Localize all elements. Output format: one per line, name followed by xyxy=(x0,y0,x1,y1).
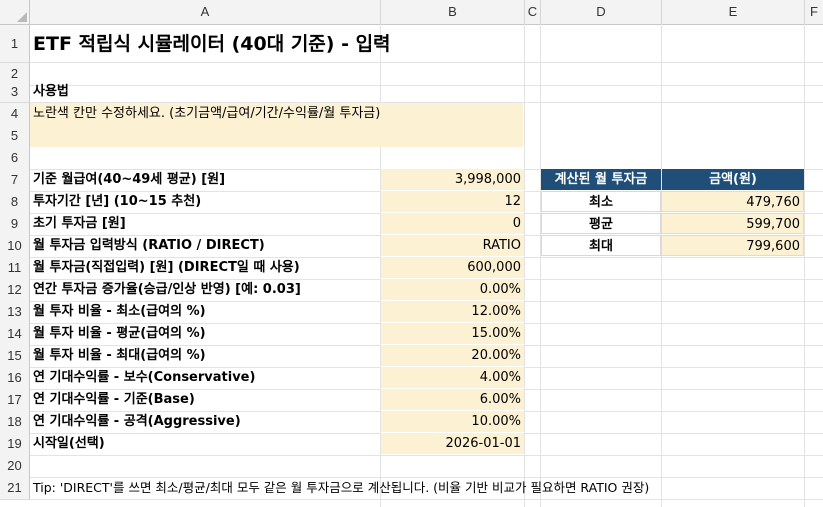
column-header-c[interactable]: C xyxy=(525,0,541,24)
input-investment-period[interactable]: 12 xyxy=(381,191,524,212)
row-header-10[interactable]: 10 xyxy=(0,235,30,258)
column-header-e[interactable]: E xyxy=(662,0,805,24)
sheet-title[interactable]: ETF 적립식 시뮬레이터 (40대 기준) - 입력 xyxy=(30,31,391,57)
select-all-corner[interactable] xyxy=(0,0,30,24)
calc-table-label-max[interactable]: 최대 xyxy=(541,235,661,256)
row-header-16[interactable]: 16 xyxy=(0,367,30,390)
input-initial-investment[interactable]: 0 xyxy=(381,213,524,234)
row-header-12[interactable]: 12 xyxy=(0,279,30,302)
row-header-6[interactable]: 6 xyxy=(0,147,30,170)
calc-table-label-min[interactable]: 최소 xyxy=(541,191,661,212)
grid-row xyxy=(30,147,823,170)
label-ratio-min[interactable]: 월 투자 비율 - 최소(급여의 %) xyxy=(30,301,206,322)
row-header-1[interactable]: 1 xyxy=(0,25,30,63)
row-header-4[interactable]: 4 xyxy=(0,103,30,126)
calc-table-value-max[interactable]: 799,600 xyxy=(661,235,804,256)
input-ratio-min[interactable]: 12.00% xyxy=(381,301,524,322)
column-header-f[interactable]: F xyxy=(805,0,823,24)
calc-table-header-value[interactable]: 금액(원) xyxy=(662,169,804,190)
row-header-9[interactable]: 9 xyxy=(0,213,30,236)
row-header-20[interactable]: 20 xyxy=(0,455,30,478)
row-header-15[interactable]: 15 xyxy=(0,345,30,368)
input-ratio-max[interactable]: 20.00% xyxy=(381,345,524,366)
usage-heading[interactable]: 사용법 xyxy=(33,81,69,102)
calc-table-value-min[interactable]: 479,760 xyxy=(661,191,804,212)
grid-row xyxy=(30,81,823,103)
label-ratio-avg[interactable]: 월 투자 비율 - 평균(급여의 %) xyxy=(30,323,206,344)
input-annual-increase[interactable]: 0.00% xyxy=(381,279,524,300)
column-header-bar: A B C D E F xyxy=(0,0,823,25)
row-header-18[interactable]: 18 xyxy=(0,411,30,434)
calc-table-value-avg[interactable]: 599,700 xyxy=(661,213,804,234)
input-input-mode[interactable]: RATIO xyxy=(381,235,524,256)
input-start-date[interactable]: 2026-01-01 xyxy=(381,433,524,454)
label-base-salary[interactable]: 기준 월급여(40~49세 평균) [원] xyxy=(30,169,225,190)
column-header-d[interactable]: D xyxy=(541,0,662,24)
column-header-a[interactable]: A xyxy=(30,0,381,24)
row-header-11[interactable]: 11 xyxy=(0,257,30,280)
label-investment-period[interactable]: 투자기간 [년] (10~15 추천) xyxy=(30,191,201,212)
calc-table-label-avg[interactable]: 평균 xyxy=(541,213,661,234)
column-header-b[interactable]: B xyxy=(381,0,525,24)
calc-table-header-label[interactable]: 계산된 월 투자금 xyxy=(541,169,661,190)
row-header-3[interactable]: 3 xyxy=(0,81,30,103)
label-return-aggressive[interactable]: 연 기대수익률 - 공격(Aggressive) xyxy=(30,411,241,432)
row-header-17[interactable]: 17 xyxy=(0,389,30,412)
label-return-conservative[interactable]: 연 기대수익률 - 보수(Conservative) xyxy=(30,367,255,388)
input-ratio-avg[interactable]: 15.00% xyxy=(381,323,524,344)
tip-text[interactable]: Tip: 'DIRECT'를 쓰면 최소/평균/최대 모두 같은 월 투자금으로… xyxy=(33,477,649,498)
input-base-salary[interactable]: 3,998,000 xyxy=(381,169,524,190)
label-input-mode[interactable]: 월 투자금 입력방식 (RATIO / DIRECT) xyxy=(30,235,265,256)
input-direct-amount[interactable]: 600,000 xyxy=(381,257,524,278)
label-annual-increase[interactable]: 연간 투자금 증가율(승급/인상 반영) [예: 0.03] xyxy=(30,279,301,300)
grid-row xyxy=(30,455,823,478)
input-return-aggressive[interactable]: 10.00% xyxy=(381,411,524,432)
label-ratio-max[interactable]: 월 투자 비율 - 최대(급여의 %) xyxy=(30,345,206,366)
row-header-8[interactable]: 8 xyxy=(0,191,30,214)
label-initial-investment[interactable]: 초기 투자금 [원] xyxy=(30,213,126,234)
input-return-base[interactable]: 6.00% xyxy=(381,389,524,410)
row-header-5[interactable]: 5 xyxy=(0,125,30,148)
row-header-21[interactable]: 21 xyxy=(0,477,30,500)
label-return-base[interactable]: 연 기대수익률 - 기준(Base) xyxy=(30,389,195,410)
row-header-19[interactable]: 19 xyxy=(0,433,30,456)
label-start-date[interactable]: 시작일(선택) xyxy=(30,433,105,454)
row-header-13[interactable]: 13 xyxy=(0,301,30,324)
usage-note-text: 노란색 칸만 수정하세요. (초기금액/급여/기간/수익률/월 투자금) xyxy=(33,106,381,121)
row-header-14[interactable]: 14 xyxy=(0,323,30,346)
input-return-conservative[interactable]: 4.00% xyxy=(381,367,524,388)
row-header-7[interactable]: 7 xyxy=(0,169,30,192)
label-direct-amount[interactable]: 월 투자금(직접입력) [원] (DIRECT일 때 사용) xyxy=(30,257,300,278)
